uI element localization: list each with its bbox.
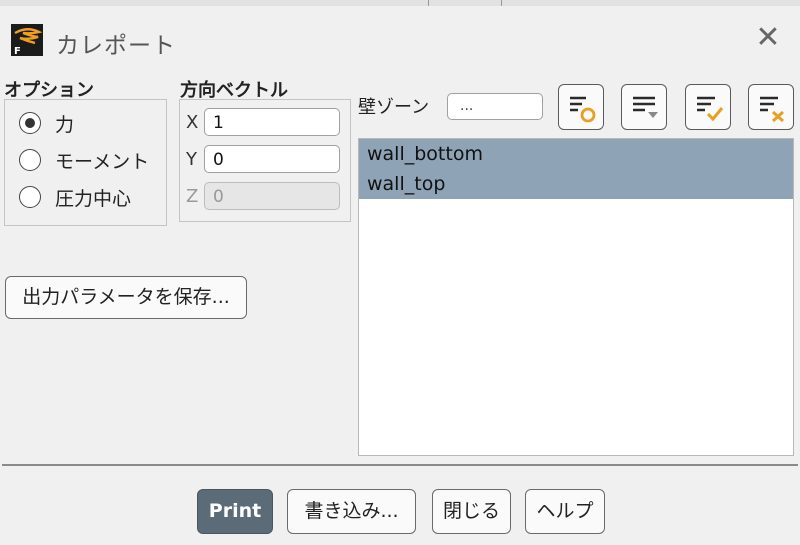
vector-y-input[interactable]: 0 bbox=[204, 145, 340, 173]
option-moment[interactable]: モーメント bbox=[19, 145, 149, 175]
radio-icon[interactable] bbox=[19, 186, 41, 208]
option-force[interactable]: 力 bbox=[19, 108, 74, 138]
options-panel: 力 モーメント 圧力中心 bbox=[4, 99, 167, 226]
option-force-label: 力 bbox=[55, 113, 75, 136]
wall-zone-list[interactable]: wall_bottom wall_top bbox=[358, 138, 794, 456]
filter-match-icon bbox=[570, 96, 596, 123]
svg-text:F: F bbox=[14, 46, 21, 56]
zone-group-dropdown-button[interactable] bbox=[621, 84, 667, 130]
close-icon[interactable]: ✕ bbox=[752, 22, 784, 54]
wall-zones-label: 壁ゾーン bbox=[358, 97, 430, 118]
vector-x-input[interactable]: 1 bbox=[204, 108, 340, 136]
axis-y-label: Y bbox=[186, 149, 197, 170]
deselect-all-icon bbox=[760, 96, 785, 123]
save-output-parameter-button[interactable]: 出力パラメータを保存... bbox=[5, 276, 247, 319]
option-center-of-pressure[interactable]: 圧力中心 bbox=[19, 182, 131, 212]
option-center-of-pressure-label: 圧力中心 bbox=[55, 187, 132, 210]
radio-selected-icon[interactable] bbox=[19, 112, 41, 134]
window-title: カレポート bbox=[56, 33, 176, 59]
select-all-icon bbox=[697, 96, 724, 122]
list-item-wall-bottom[interactable]: wall_bottom bbox=[359, 139, 793, 169]
list-item-wall-top[interactable]: wall_top bbox=[359, 169, 793, 199]
title-bar: F カレポート ✕ bbox=[0, 6, 800, 70]
fluent-app-icon: F bbox=[11, 24, 43, 57]
axis-z-label: Z bbox=[186, 186, 199, 207]
list-dropdown-icon bbox=[633, 96, 658, 118]
zone-filter-input[interactable]: ... bbox=[447, 93, 543, 120]
axis-x-label: X bbox=[186, 112, 199, 133]
option-moment-label: モーメント bbox=[55, 150, 150, 173]
radio-icon[interactable] bbox=[19, 149, 41, 171]
print-button[interactable]: Print bbox=[197, 489, 273, 534]
direction-vector-panel: X 1 Y 0 Z 0 bbox=[179, 99, 351, 222]
match-zones-button[interactable] bbox=[558, 84, 604, 130]
vector-z-input: 0 bbox=[204, 182, 340, 210]
close-button[interactable]: 閉じる bbox=[432, 489, 511, 534]
help-button[interactable]: ヘルプ bbox=[525, 489, 605, 534]
deselect-all-button[interactable] bbox=[748, 84, 794, 130]
select-all-button[interactable] bbox=[685, 84, 731, 130]
footer-divider bbox=[2, 464, 798, 466]
write-button[interactable]: 書き込み... bbox=[287, 489, 416, 534]
